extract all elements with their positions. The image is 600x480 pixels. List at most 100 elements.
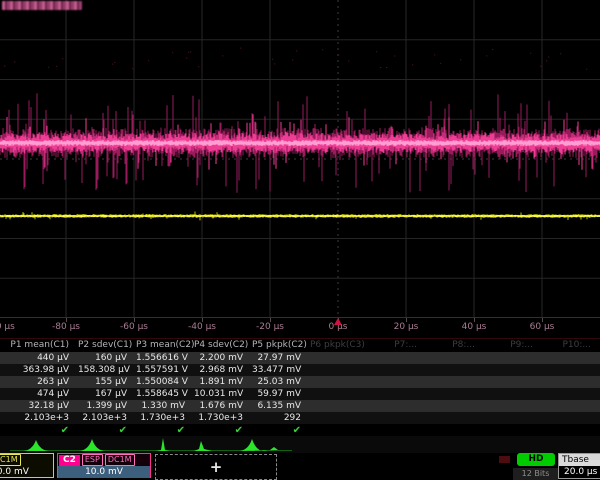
- param-header-p3[interactable]: P3 mean(C2): [136, 339, 194, 352]
- measure-cell-sdev-p9: [484, 400, 542, 412]
- measure-cell-value-p4: 2.200 mV: [194, 352, 252, 364]
- param-header-p10[interactable]: P10:...: [542, 339, 600, 352]
- time-axis-label: -40 µs: [188, 322, 216, 332]
- measure-cell-min-p8: [426, 376, 484, 388]
- measure-cell-value-p7: [368, 352, 426, 364]
- measure-cell-min-p5: 25.03 mV: [252, 376, 310, 388]
- time-axis-label: 20 µs: [394, 322, 419, 332]
- channel-c1-descriptor[interactable]: C1 DC1M 10.0 mV: [0, 453, 54, 478]
- measure-cell-min-p6: [310, 376, 368, 388]
- histicon-p5: [238, 439, 278, 451]
- measure-row-max: 474 µV167 µV1.558645 V10.031 mV59.97 mV: [0, 388, 600, 400]
- measure-cell-min-p9: [484, 376, 542, 388]
- measure-cell-value-p9: [484, 352, 542, 364]
- measure-cell-value-p8: [426, 352, 484, 364]
- measure-cell-num-p4: 1.730e+3: [194, 412, 252, 424]
- measure-row-min: 263 µV155 µV1.550084 V1.891 mV25.03 mV: [0, 376, 600, 388]
- c2-badge: C2: [59, 455, 80, 466]
- param-header-p2[interactable]: P2 sdev(C1): [78, 339, 136, 352]
- add-trace-button[interactable]: +: [155, 454, 277, 480]
- measure-cell-max-p7: [368, 388, 426, 400]
- measure-cell-sdev-p6: [310, 400, 368, 412]
- measure-cell-sdev-p1: 32.18 µV: [0, 400, 78, 412]
- measure-cell-value-p6: [310, 352, 368, 364]
- measure-cell-num-p7: [368, 412, 426, 424]
- histicon-p2: [78, 439, 106, 451]
- measure-cell-min-p10: [542, 376, 600, 388]
- measure-cell-value-p3: 1.556616 V: [136, 352, 194, 364]
- param-header-p6[interactable]: P6 pkpk(C3): [310, 339, 368, 352]
- measure-cell-num-p8: [426, 412, 484, 424]
- measure-row-value: 440 µV160 µV1.556616 V2.200 mV27.97 mV: [0, 352, 600, 364]
- measure-cell-mean-p6: [310, 364, 368, 376]
- measure-cell-mean-p7: [368, 364, 426, 376]
- time-axis-label: -60 µs: [120, 322, 148, 332]
- measure-cell-sdev-p2: 1.399 µV: [78, 400, 136, 412]
- trace-annotation-label: [2, 1, 82, 10]
- param-header-p5[interactable]: P5 pkpk(C2): [252, 339, 310, 352]
- measure-header-row: P1 mean(C1)P2 sdev(C1)P3 mean(C2)P4 sdev…: [0, 339, 600, 352]
- param-header-p9[interactable]: P9:...: [484, 339, 542, 352]
- measure-row-sdev: 32.18 µV1.399 µV1.330 mV1.676 mV6.135 mV: [0, 400, 600, 412]
- measure-cell-mean-p10: [542, 364, 600, 376]
- measure-cell-min-p3: 1.550084 V: [136, 376, 194, 388]
- measure-cell-num-p1: 2.103e+3: [0, 412, 78, 424]
- oscilloscope-screen: -100 µs-80 µs-60 µs-40 µs-20 µs0 µs20 µs…: [0, 0, 600, 480]
- timebase-label: Tbase: [559, 454, 600, 466]
- hd-mode-badge[interactable]: HD: [517, 453, 555, 466]
- param-header-p1[interactable]: P1 mean(C1): [0, 339, 78, 352]
- measure-cell-num-p9: [484, 412, 542, 424]
- measure-cell-max-p4: 10.031 mV: [194, 388, 252, 400]
- histicon-p4: [194, 441, 212, 451]
- measure-cell-max-p9: [484, 388, 542, 400]
- dim-indicator-box: [499, 456, 510, 463]
- measure-cell-max-p6: [310, 388, 368, 400]
- c2-esp-chip: ESP: [82, 454, 103, 466]
- measure-cell-sdev-p5: 6.135 mV: [252, 400, 310, 412]
- measure-cell-mean-p9: [484, 364, 542, 376]
- histicon-strip: [0, 436, 600, 453]
- measure-cell-max-p3: 1.558645 V: [136, 388, 194, 400]
- measure-cell-num-p6: [310, 412, 368, 424]
- measure-cell-max-p2: 167 µV: [78, 388, 136, 400]
- measure-cell-value-p10: [542, 352, 600, 364]
- c2-coupling-chip: DC1M: [105, 454, 135, 466]
- time-axis-label: -20 µs: [256, 322, 284, 332]
- timebase-descriptor[interactable]: Tbase 20.0 µs: [558, 453, 600, 479]
- measure-cell-num-p5: 292: [252, 412, 310, 424]
- param-header-p4[interactable]: P4 sdev(C2): [194, 339, 252, 352]
- measure-cell-max-p8: [426, 388, 484, 400]
- c2-scale-value: 10.0 mV: [58, 466, 150, 478]
- histicon-p1: [22, 440, 50, 451]
- time-axis: -100 µs-80 µs-60 µs-40 µs-20 µs0 µs20 µs…: [0, 318, 600, 336]
- measure-cell-min-p1: 263 µV: [0, 376, 78, 388]
- measure-cell-sdev-p10: [542, 400, 600, 412]
- measurement-table: P1 mean(C1)P2 sdev(C1)P3 mean(C2)P4 sdev…: [0, 338, 600, 437]
- c1-coupling-chip: DC1M: [0, 454, 21, 466]
- measure-cell-sdev-p3: 1.330 mV: [136, 400, 194, 412]
- measure-cell-sdev-p7: [368, 400, 426, 412]
- measure-cell-value-p5: 27.97 mV: [252, 352, 310, 364]
- histicon-p3: [156, 438, 170, 451]
- measure-cell-sdev-p8: [426, 400, 484, 412]
- measure-cell-mean-p4: 2.968 mV: [194, 364, 252, 376]
- measure-cell-mean-p5: 33.477 mV: [252, 364, 310, 376]
- measure-cell-sdev-p4: 1.676 mV: [194, 400, 252, 412]
- measure-cell-num-p2: 2.103e+3: [78, 412, 136, 424]
- measure-cell-min-p4: 1.891 mV: [194, 376, 252, 388]
- measure-row-num: 2.103e+32.103e+31.730e+31.730e+3292: [0, 412, 600, 424]
- param-header-p8[interactable]: P8:...: [426, 339, 484, 352]
- measure-row-mean: 363.98 µV158.308 µV1.557591 V2.968 mV33.…: [0, 364, 600, 376]
- measure-cell-max-p10: [542, 388, 600, 400]
- measure-cell-max-p5: 59.97 mV: [252, 388, 310, 400]
- time-axis-label: 40 µs: [462, 322, 487, 332]
- measure-cell-mean-p1: 363.98 µV: [0, 364, 78, 376]
- measure-cell-min-p2: 155 µV: [78, 376, 136, 388]
- param-header-p7[interactable]: P7:...: [368, 339, 426, 352]
- timebase-value: 20.0 µs: [559, 466, 600, 478]
- measure-cell-num-p3: 1.730e+3: [136, 412, 194, 424]
- descriptor-bar: C1 DC1M 10.0 mV C2 ESP DC1M 10.0 mV + HD…: [0, 453, 600, 480]
- channel-c2-descriptor[interactable]: C2 ESP DC1M 10.0 mV: [57, 453, 151, 478]
- trigger-position-marker[interactable]: [334, 318, 342, 325]
- measure-cell-num-p10: [542, 412, 600, 424]
